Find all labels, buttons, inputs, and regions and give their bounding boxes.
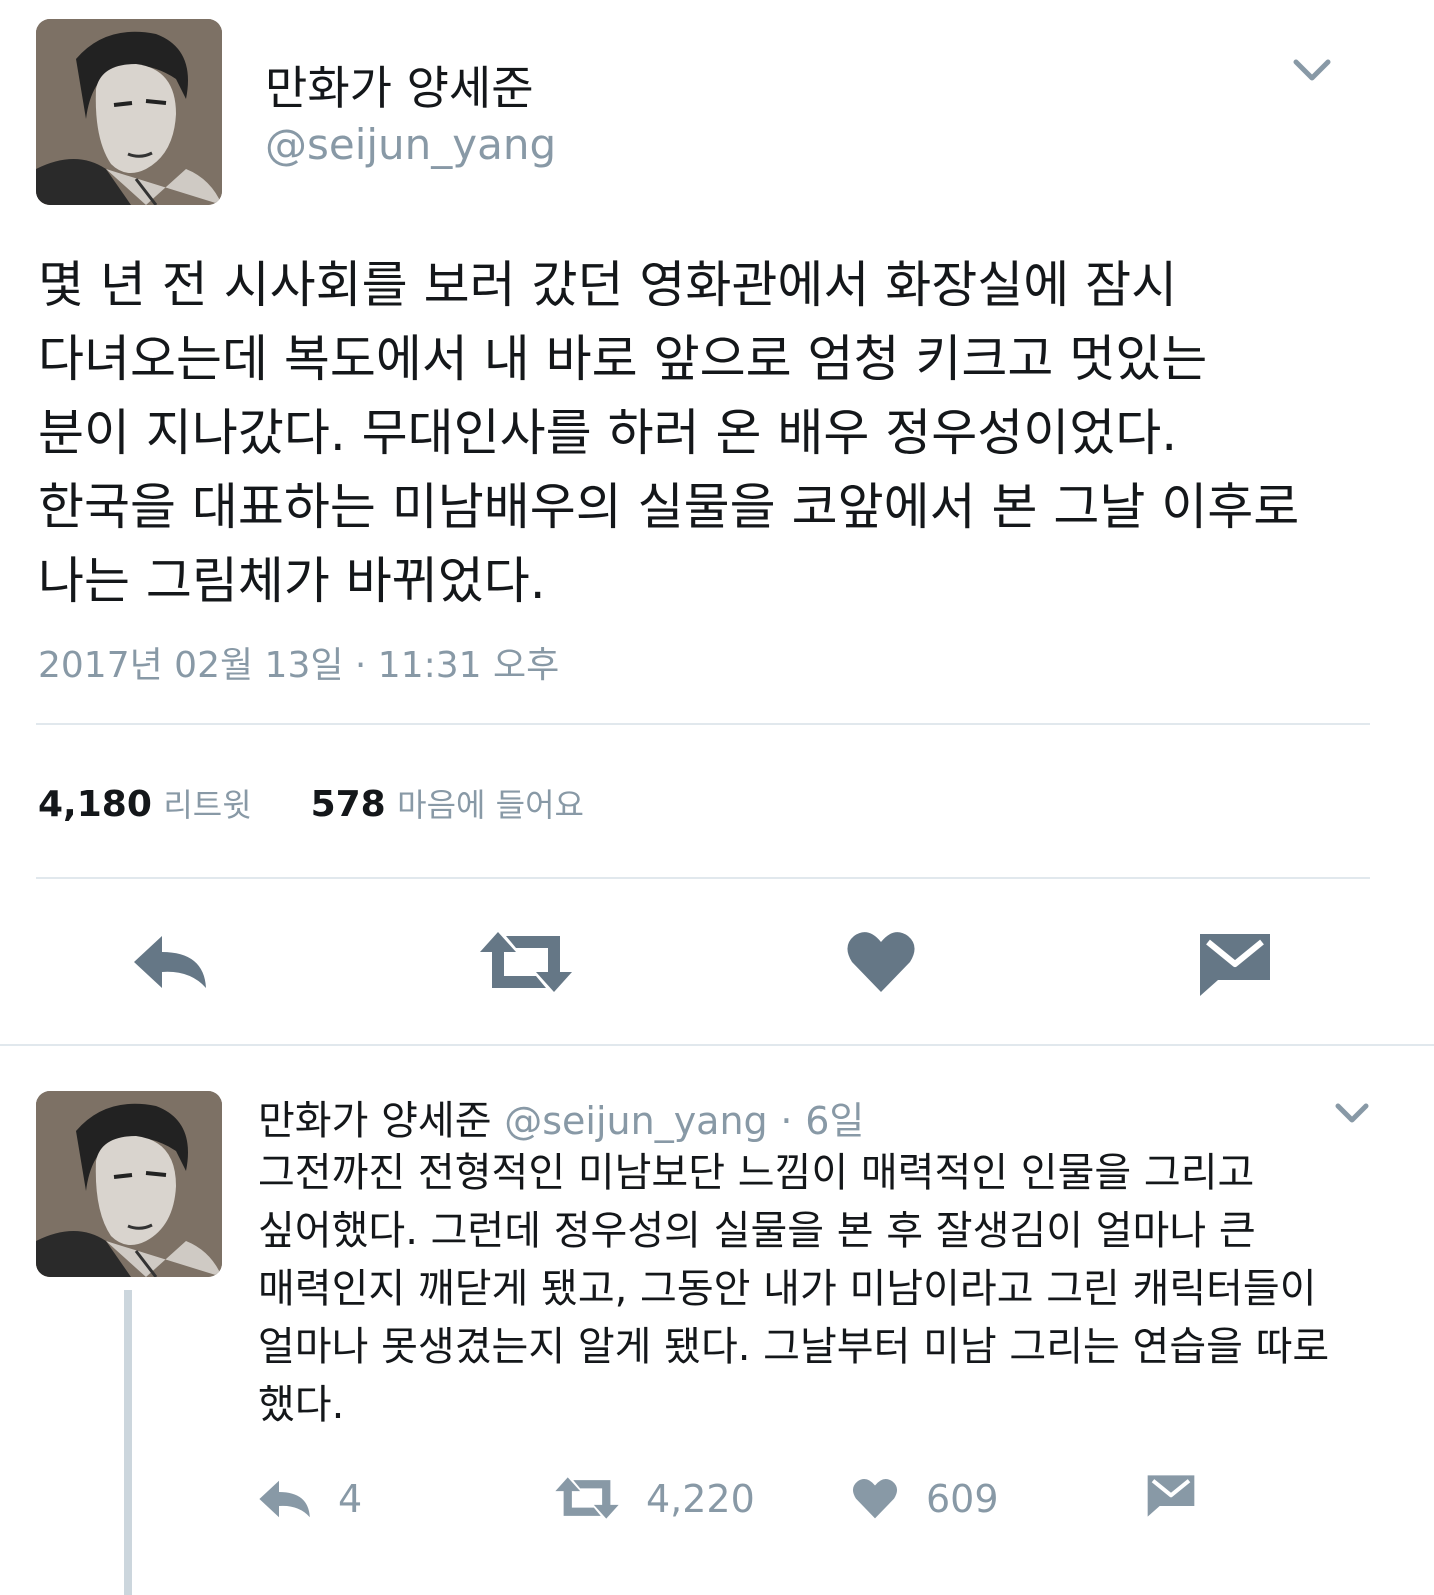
retweet-count[interactable]: 4,180 리트윗 bbox=[38, 784, 263, 825]
author-handle[interactable]: @seijun_yang bbox=[265, 120, 556, 169]
tweet-text: 몇 년 전 시사회를 보러 갔던 영화관에서 화장실에 잠시 다녀오는데 복도에… bbox=[38, 248, 1398, 618]
author-name[interactable]: 만화가 양세준 bbox=[265, 52, 534, 118]
message-icon[interactable] bbox=[1198, 932, 1272, 998]
reply-tweet-text: 그전까진 전형적인 미남보단 느낌이 매력적인 인물을 그리고 싶어했다. 그런… bbox=[258, 1144, 1408, 1434]
retweet-count-value: 4,180 bbox=[38, 784, 152, 825]
reply-author-avatar[interactable] bbox=[36, 1091, 222, 1277]
heart-icon[interactable] bbox=[852, 1476, 898, 1520]
like-count[interactable]: 578 마음에 들어요 bbox=[311, 784, 584, 825]
tweet-text-line: 했다. bbox=[258, 1382, 345, 1428]
retweet-icon[interactable] bbox=[554, 1476, 620, 1520]
retweet-icon[interactable] bbox=[478, 930, 574, 994]
reply-icon[interactable] bbox=[132, 932, 212, 992]
tweet-text-line: 한국을 대표하는 미남배우의 실물을 코앞에서 본 그날 이후로 bbox=[38, 478, 1300, 536]
divider bbox=[0, 1044, 1434, 1046]
tweet-text-line: 싶어했다. 그런데 정우성의 실물을 본 후 잘생김이 얼마나 큰 bbox=[258, 1208, 1256, 1254]
tweet-text-line: 나는 그림체가 바뀌었다. bbox=[38, 552, 546, 610]
reply-header: 만화가 양세준 @seijun_yang · 6일 bbox=[258, 1088, 864, 1146]
like-count-label: 마음에 들어요 bbox=[397, 786, 584, 824]
retweet-count-label: 리트윗 bbox=[163, 786, 252, 824]
reply-age[interactable]: 6일 bbox=[805, 1099, 864, 1143]
reply-separator: · bbox=[780, 1099, 793, 1143]
message-icon[interactable] bbox=[1146, 1474, 1196, 1518]
heart-icon[interactable] bbox=[846, 928, 916, 994]
tweet-text-line: 다녀오는데 복도에서 내 바로 앞으로 엄청 키크고 멋있는 bbox=[38, 330, 1208, 388]
tweet-text-line: 몇 년 전 시사회를 보러 갔던 영화관에서 화장실에 잠시 bbox=[38, 256, 1178, 314]
like-count[interactable]: 609 bbox=[926, 1477, 999, 1521]
divider bbox=[36, 723, 1370, 725]
reply-author-handle[interactable]: @seijun_yang bbox=[504, 1099, 767, 1143]
tweet-timestamp[interactable]: 2017년 02월 13일 · 11:31 오후 bbox=[38, 636, 559, 688]
chevron-down-icon[interactable] bbox=[1292, 52, 1332, 88]
tweet-text-line: 얼마나 못생겼는지 알게 됐다. 그날부터 미남 그리는 연습을 따로 bbox=[258, 1324, 1330, 1370]
divider bbox=[36, 877, 1370, 879]
chevron-down-icon[interactable] bbox=[1334, 1098, 1370, 1130]
tweet-text-line: 매력인지 깨닫게 됐고, 그동안 내가 미남이라고 그린 캐릭터들이 bbox=[258, 1266, 1317, 1312]
reply-count[interactable]: 4 bbox=[338, 1477, 362, 1521]
reply-author-name[interactable]: 만화가 양세준 bbox=[258, 1098, 492, 1144]
like-count-value: 578 bbox=[310, 784, 386, 825]
tweet-text-line: 분이 지나갔다. 무대인사를 하러 온 배우 정우성이었다. bbox=[38, 404, 1178, 462]
tweet-stats: 4,180 리트윗 578 마음에 들어요 bbox=[38, 780, 584, 826]
reply-icon[interactable] bbox=[258, 1478, 314, 1520]
thread-line bbox=[124, 1290, 132, 1595]
retweet-count[interactable]: 4,220 bbox=[646, 1477, 755, 1521]
tweet-text-line: 그전까진 전형적인 미남보단 느낌이 매력적인 인물을 그리고 bbox=[258, 1150, 1255, 1196]
author-avatar[interactable] bbox=[36, 19, 222, 205]
